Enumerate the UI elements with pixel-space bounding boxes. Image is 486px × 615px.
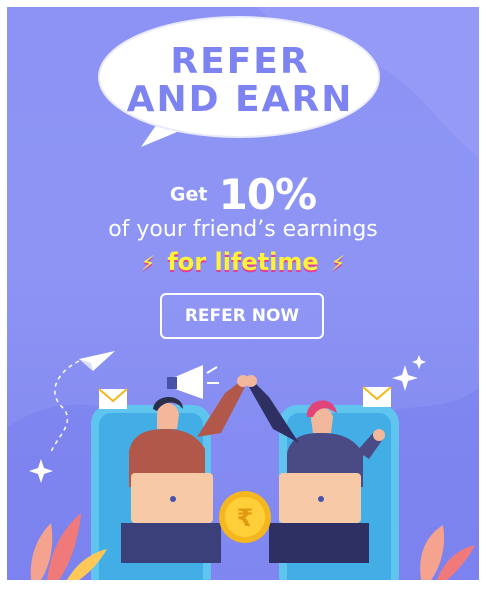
megaphone-icon bbox=[167, 365, 219, 399]
sparkle-left-icon: ⚡ bbox=[140, 251, 155, 275]
headline-line1: REFER bbox=[170, 41, 310, 82]
refer-earn-banner[interactable]: REFER AND EARN Get 10% of your friend’s … bbox=[7, 7, 479, 580]
sparkle-right-icon: ⚡ bbox=[331, 251, 346, 275]
highlight-text: for lifetime bbox=[167, 248, 319, 276]
headline-line2: AND EARN bbox=[126, 79, 354, 120]
offer-highlight-line: ⚡ for lifetime ⚡ bbox=[7, 248, 479, 276]
coin-symbol: ₹ bbox=[237, 504, 254, 532]
rupee-coin-icon: ₹ bbox=[219, 491, 271, 543]
percent-value: 10% bbox=[218, 170, 318, 219]
headline: REFER AND EARN bbox=[115, 43, 365, 119]
offer-subtitle: of your friend’s earnings bbox=[108, 217, 378, 242]
illustration: ₹ bbox=[29, 351, 475, 580]
get-label: Get bbox=[169, 183, 208, 206]
offer-percent-line: Get 10% bbox=[7, 170, 479, 219]
refer-now-button[interactable]: REFER NOW bbox=[160, 293, 324, 339]
